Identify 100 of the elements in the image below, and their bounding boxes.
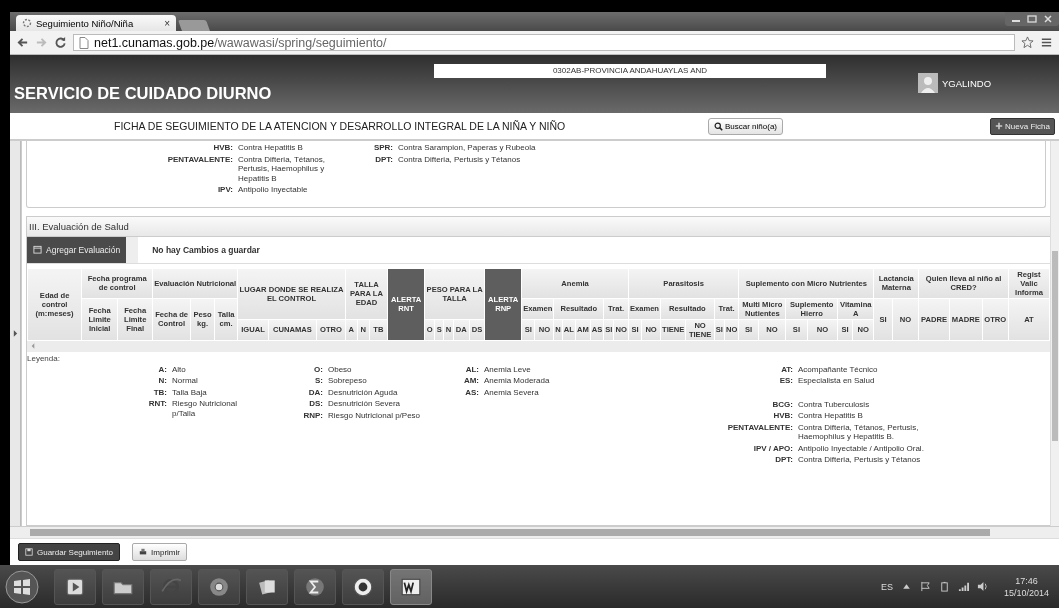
page-icon xyxy=(79,36,89,49)
legend-code: S: xyxy=(314,376,323,386)
printer-icon xyxy=(139,548,148,556)
clock-date[interactable]: 15/10/2014 xyxy=(1003,586,1049,599)
taskbar-app[interactable] xyxy=(294,568,336,605)
legend-text: Anemia Leve xyxy=(484,364,532,374)
tab-close-button[interactable]: × xyxy=(164,17,170,29)
add-evaluation-button[interactable]: Agregar Evaluación xyxy=(27,236,139,263)
clock-time[interactable]: 17:46 xyxy=(1015,574,1038,587)
new-tab-button[interactable] xyxy=(178,20,210,31)
location-field: 0302AB-PROVINCIA ANDAHUAYLAS AND xyxy=(434,64,826,78)
close-icon[interactable] xyxy=(1041,14,1055,24)
legend-text: Normal xyxy=(172,376,199,386)
legend-text: Contra Difteria, Tétanos, Pertusis, Haemophilus y Hepatitis B. xyxy=(798,422,920,442)
legend-code: DPT: xyxy=(374,154,393,164)
taskbar-app[interactable] xyxy=(54,568,96,605)
legend-code: DS: xyxy=(308,399,323,409)
legend-text: Desnutrición Aguda xyxy=(328,387,399,397)
calendar-icon xyxy=(33,245,42,254)
sigma-icon xyxy=(304,575,326,598)
taskbar-app[interactable] xyxy=(246,568,288,605)
taskbar-app[interactable] xyxy=(198,568,240,605)
legend-code: RNT: xyxy=(147,399,167,410)
legend-text: Contra Hepatitis B xyxy=(238,143,304,153)
legend-text: Alto xyxy=(172,364,187,374)
legend-code: O: xyxy=(313,364,323,374)
star-icon[interactable] xyxy=(1021,36,1034,49)
legend-text: Especialista en Salud xyxy=(798,376,876,386)
legend-code: DA: xyxy=(307,387,323,397)
restore-icon[interactable] xyxy=(1025,14,1039,24)
legend-code: A: xyxy=(157,364,167,374)
start-button[interactable] xyxy=(4,568,40,605)
legend-code: PENTAVALENTE: xyxy=(166,154,233,166)
legend-text: Sobrepeso xyxy=(328,376,368,386)
legend-text: Desnutrición Severa xyxy=(328,399,402,409)
expand-arrow-icon[interactable] xyxy=(12,330,18,337)
app-title: SERVICIO DE CUIDADO DIURNO xyxy=(14,84,272,103)
legend-text: Anemia Severa xyxy=(484,387,540,397)
search-icon xyxy=(714,121,723,131)
legend-text: Contra Sarampion, Paperas y Rubeola xyxy=(398,143,537,153)
legend-text: Contra Difteria, Pertusis y Tétanos xyxy=(398,154,522,164)
battery-icon[interactable] xyxy=(938,581,950,592)
scrollbar-thumb[interactable] xyxy=(1052,251,1058,441)
legend-code: IPV / APO: xyxy=(752,443,793,453)
footer-button[interactable]: Imprimir xyxy=(132,543,187,561)
legend-code: HVB: xyxy=(212,143,233,153)
legend-code: DPT: xyxy=(774,455,793,465)
loading-icon xyxy=(22,18,32,28)
new-form-button[interactable]: Nueva Ficha xyxy=(990,117,1055,135)
legend-text: Acompañante Técnico xyxy=(798,364,879,374)
status-message: No hay Cambios a guardar xyxy=(152,244,260,255)
legend-code: AS: xyxy=(464,387,479,397)
legend-text: Contra Tuberculosis xyxy=(798,399,871,409)
legend-text: Riesgo Nutricional p/Talla xyxy=(172,399,237,418)
legend-text: Antipolio Inyectable / Antipolio Oral. xyxy=(798,443,925,453)
record-icon xyxy=(352,575,374,598)
legend-text: Antipolio Inyectable xyxy=(238,185,309,195)
plus-icon xyxy=(995,122,1004,130)
legend-text: Anemia Moderada xyxy=(484,376,551,386)
user-name[interactable]: YGALINDO xyxy=(942,77,992,89)
legend-code: BCG: xyxy=(771,399,793,409)
flag-icon[interactable] xyxy=(919,581,931,592)
search-child-button[interactable]: Buscar niño(a) xyxy=(708,117,784,135)
legend-code: SPR: xyxy=(372,143,393,153)
legend-code: AT: xyxy=(780,364,793,374)
page-horizontal-scrollbar[interactable] xyxy=(10,526,1059,538)
save-icon xyxy=(25,548,33,556)
legend-code: TB: xyxy=(152,387,167,397)
up-arrow-icon[interactable] xyxy=(900,581,912,592)
legend-code: AL: xyxy=(464,364,479,374)
taskbar-app[interactable] xyxy=(342,568,384,605)
legend-text: Obeso xyxy=(328,364,353,374)
browser-tab[interactable]: Seguimiento Niño/Niña × xyxy=(16,15,176,31)
legend-title: Leyenda: xyxy=(27,353,61,363)
back-arrow-icon[interactable] xyxy=(16,36,29,49)
section-title: III. Evaluación de Salud xyxy=(27,216,1050,237)
signal-icon[interactable] xyxy=(957,581,969,592)
taskbar-app[interactable] xyxy=(390,568,432,605)
horizontal-scrollbar[interactable] xyxy=(27,340,1050,352)
vertical-scrollbar[interactable] xyxy=(1050,141,1059,526)
legend-text: Contra Difteria, Pertusis y Tétanos xyxy=(798,455,922,465)
user-avatar-icon xyxy=(918,73,938,93)
legend-code: AM: xyxy=(462,376,479,386)
legend-text: Talla Baja xyxy=(172,387,208,397)
legend-code: N: xyxy=(157,376,167,386)
legend-code: ES: xyxy=(778,376,793,386)
taskbar-app[interactable] xyxy=(102,568,144,605)
scrollbar-thumb[interactable] xyxy=(30,529,990,536)
legend-code: PENTAVALENTE: xyxy=(726,422,793,434)
tab-title: Seguimiento Niño/Niña xyxy=(36,17,135,29)
footer-button[interactable]: Guardar Seguimiento xyxy=(18,543,121,561)
speaker-icon[interactable] xyxy=(976,581,988,592)
legend-code: IPV: xyxy=(216,185,233,195)
menu-icon[interactable] xyxy=(1040,36,1053,49)
address-field[interactable]: net1.cunamas.gob.pe/wawawasi/spring/seguimiento/ xyxy=(73,34,1015,51)
legend-code: HVB: xyxy=(772,411,793,421)
reload-icon[interactable] xyxy=(54,36,67,49)
legend-text: Contra Difteria, Tétanos, Pertusis, Haemophilus y Hepatitis B xyxy=(238,154,326,183)
form-title: FICHA DE SEGUIMIENTO DE LA ATENCION Y DESARROLLO INTEGRAL DE LA NIÑA Y NIÑO xyxy=(114,120,567,132)
language-indicator[interactable]: ES xyxy=(880,581,893,592)
